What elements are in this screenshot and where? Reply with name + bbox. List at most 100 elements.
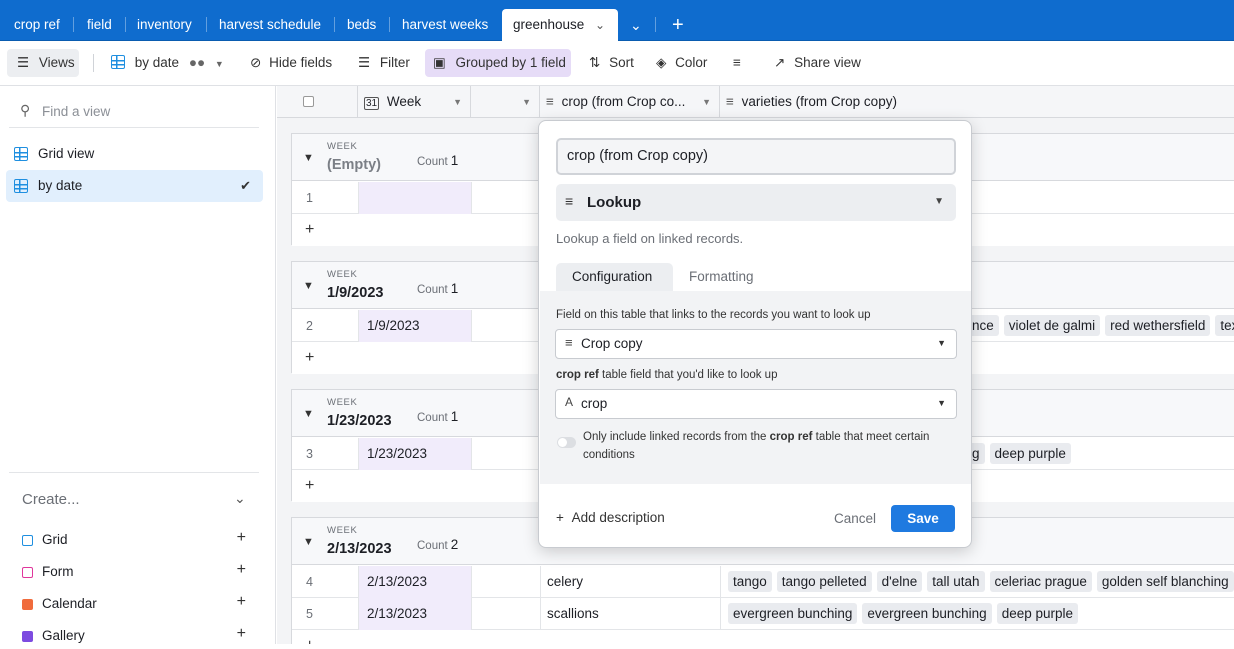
plus-icon: + — [236, 593, 246, 610]
blank-cell[interactable] — [472, 566, 541, 598]
all-tables-chevron-icon[interactable]: ⌄ — [630, 9, 642, 41]
tab-harvest-schedule[interactable]: harvest schedule — [219, 9, 321, 41]
tab-harvest-weeks[interactable]: harvest weeks — [402, 9, 488, 41]
sort-button[interactable]: ⇅ Sort — [589, 49, 634, 77]
plus-icon: + — [305, 349, 315, 366]
sidebar-item-grid-view[interactable]: Grid view — [6, 138, 263, 170]
create-gallery-view[interactable]: Gallery + — [22, 625, 252, 649]
grid-view-icon — [14, 179, 28, 193]
tab-beds[interactable]: beds — [347, 9, 376, 41]
cancel-button[interactable]: Cancel — [834, 511, 876, 526]
week-cell[interactable]: 2/13/2023 — [359, 566, 472, 598]
sort-icon: ⇅ — [589, 55, 601, 70]
varieties-cell[interactable]: g deep purple — [967, 438, 1076, 470]
create-grid-view[interactable]: Grid + — [22, 529, 252, 553]
form-icon — [22, 567, 33, 578]
row-height-button[interactable]: ≡ — [733, 49, 741, 77]
toggle-table-name: crop ref — [769, 431, 813, 443]
plus-icon: + — [236, 625, 246, 642]
variety-chip: texa — [1215, 315, 1234, 336]
table-row[interactable]: 4 2/13/2023 celery tango tango pelleted d'… — [292, 566, 1234, 598]
column-header-week[interactable]: 31 Week ▼ — [358, 86, 471, 118]
plus-icon: + — [305, 477, 315, 494]
variety-chip: deep purple — [989, 443, 1071, 464]
tab-configuration[interactable]: Configuration — [556, 263, 673, 291]
select-all-checkbox[interactable] — [303, 96, 314, 107]
lookup-label-text: table field that you'd like to look up — [598, 369, 778, 381]
blank-cell[interactable] — [472, 438, 541, 470]
crop-cell[interactable]: scallions — [541, 598, 721, 630]
blank-cell[interactable] — [472, 598, 541, 630]
condition-toggle[interactable] — [557, 437, 576, 448]
collapse-triangle-icon[interactable]: ▼ — [303, 152, 314, 164]
save-button[interactable]: Save — [891, 505, 955, 532]
week-cell[interactable]: 2/13/2023 — [359, 598, 472, 630]
lookup-field-select[interactable]: A crop ▼ — [555, 389, 957, 419]
share-view-label: Share view — [794, 55, 861, 70]
count-label: Count — [417, 284, 448, 296]
tab-greenhouse[interactable]: greenhouse ⌄ — [502, 9, 618, 41]
tab-field[interactable]: field — [87, 9, 112, 41]
tab-separator — [389, 17, 390, 32]
table-row[interactable]: 5 2/13/2023 scallions evergreen bunching… — [292, 598, 1234, 630]
group-field-label: WEEK — [327, 397, 358, 408]
collapse-triangle-icon[interactable]: ▼ — [303, 280, 314, 292]
varieties-cell[interactable]: tango tango pelleted d'elne tall utah celeri… — [728, 566, 1234, 598]
color-button[interactable]: ◈ Color — [656, 49, 707, 77]
tab-formatting[interactable]: Formatting — [689, 263, 754, 291]
sidebar-item-by-date[interactable]: by date ✔ — [6, 170, 263, 202]
column-header-crop[interactable]: ≡ crop (from Crop co... ▼ — [540, 86, 720, 118]
variety-chip: violet de galmi — [1003, 315, 1101, 336]
collapse-triangle-icon[interactable]: ▼ — [303, 408, 314, 420]
filter-button[interactable]: ☰ Filter — [358, 49, 410, 77]
add-table-plus-icon[interactable]: + — [672, 9, 684, 41]
caret-down-icon: ▼ — [453, 97, 462, 107]
view-switcher-button[interactable]: by date ●● ▼ — [111, 49, 224, 77]
column-header-varieties[interactable]: ≡ varieties (from Crop copy) — [720, 86, 1234, 118]
crop-cell[interactable]: celery — [541, 566, 721, 598]
caret-down-icon: ▼ — [934, 196, 944, 207]
group-icon: ▣ — [433, 55, 446, 70]
row-number: 3 — [292, 438, 359, 470]
table-name: crop ref — [556, 369, 599, 381]
variety-chip: tango pelleted — [776, 571, 872, 592]
collapse-triangle-icon[interactable]: ▼ — [303, 536, 314, 548]
add-record-row[interactable]: + — [292, 630, 1234, 644]
row-height-icon: ≡ — [733, 55, 741, 70]
sidebar-divider — [9, 472, 259, 473]
tab-crop-ref[interactable]: crop ref — [14, 9, 60, 41]
tab-separator — [334, 17, 335, 32]
gallery-icon — [22, 631, 33, 642]
link-field-select[interactable]: ≡ Crop copy ▼ — [555, 329, 957, 359]
week-cell[interactable]: 1/23/2023 — [359, 438, 472, 470]
chevron-down-icon[interactable]: ⌄ — [234, 490, 246, 507]
row-number: 2 — [292, 310, 359, 342]
varieties-cell[interactable]: evergreen bunching evergreen bunching deep… — [728, 598, 1083, 630]
share-view-button[interactable]: ↗ Share view — [774, 49, 861, 77]
create-view-section[interactable]: Create... — [22, 491, 80, 508]
group-button[interactable]: ▣ Grouped by 1 field — [425, 49, 571, 77]
column-header-blank[interactable]: ▼ — [471, 86, 540, 118]
week-cell[interactable]: 1/9/2023 — [359, 310, 472, 342]
plus-icon: + — [305, 221, 315, 238]
variety-chip: celeriac prague — [989, 571, 1092, 592]
views-toggle-button[interactable]: ☰ Views — [7, 49, 79, 77]
field-name-input[interactable]: crop (from Crop copy) — [556, 138, 956, 175]
add-description-button[interactable]: + Add description — [556, 510, 665, 525]
create-form-view[interactable]: Form + — [22, 561, 252, 585]
link-field-value: Crop copy — [581, 336, 643, 351]
blank-cell[interactable] — [472, 310, 541, 342]
field-type-select[interactable]: ≡ Lookup ▼ — [556, 184, 956, 221]
grid-icon — [22, 535, 33, 546]
hide-fields-button[interactable]: ⊘ Hide fields — [250, 49, 332, 77]
create-calendar-view[interactable]: Calendar + — [22, 593, 252, 617]
count-value: 1 — [450, 409, 459, 424]
blank-cell[interactable] — [472, 182, 541, 214]
varieties-cell[interactable]: nceviolet de galmired wethersfieldtexa — [967, 310, 1234, 342]
tab-inventory[interactable]: inventory — [137, 9, 192, 41]
find-view-search[interactable]: ⚲ Find a view — [9, 96, 259, 128]
chevron-down-icon[interactable]: ⌄ — [595, 9, 605, 41]
checkmark-icon: ✔ — [240, 178, 251, 193]
week-cell[interactable] — [359, 182, 472, 214]
date-field-icon: 31 — [364, 97, 380, 110]
